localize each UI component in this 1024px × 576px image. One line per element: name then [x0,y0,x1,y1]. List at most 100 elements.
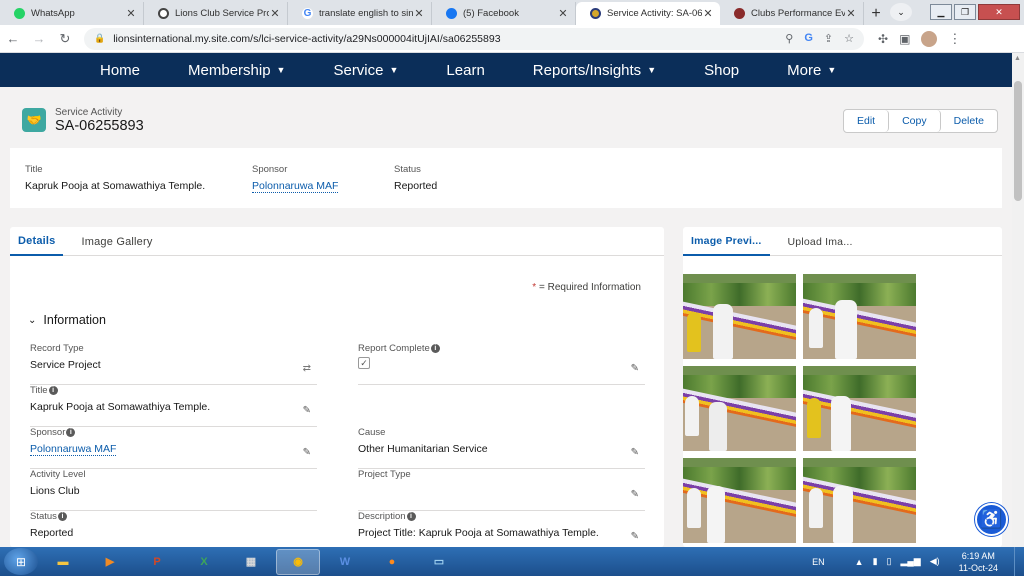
nav-shop[interactable]: Shop [704,62,739,79]
chrome-icon[interactable]: ◉ [276,548,320,575]
scroll-up-arrow-icon[interactable]: ▲ [1014,55,1021,62]
tab-search-chevron-icon[interactable]: ⌄ [890,3,912,21]
share-icon[interactable]: ⇪ [824,32,833,45]
gallery-photo[interactable] [683,274,796,359]
windows-start-icon[interactable]: ⊞ [4,548,38,575]
edit-pencil-icon[interactable]: ✎ [303,405,311,416]
nav-membership[interactable]: Membership ▼ [188,62,285,79]
gallery-photo[interactable] [803,274,916,359]
section-information-toggle[interactable]: ⌄ Information [28,313,106,327]
volume-icon[interactable]: ◀) [930,556,940,567]
nav-more[interactable]: More ▼ [787,62,836,79]
side-panel-icon[interactable]: ▣ [899,32,910,46]
tab-details[interactable]: Details [10,227,64,256]
restore-icon[interactable]: ❐ [954,4,976,20]
sponsor-field-link[interactable]: Polonnaruwa MAF [30,443,117,456]
new-tab-plus-icon[interactable]: + [864,2,888,25]
edit-pencil-icon[interactable]: ✎ [631,489,639,500]
info-icon[interactable]: i [66,428,76,437]
edit-pencil-icon[interactable]: ✎ [631,363,639,374]
delete-button[interactable]: Delete [940,110,997,132]
section-title: Information [43,313,106,327]
network-icon[interactable]: ▮ [873,556,878,567]
menu-kebab-icon[interactable]: ⋮ [948,31,961,47]
info-icon[interactable]: i [57,512,67,521]
powerpoint-icon[interactable]: P [135,549,179,575]
browser-tab-facebook[interactable]: (5) Facebook ✕ [432,2,576,25]
language-indicator[interactable]: EN [812,557,825,567]
close-tab-icon[interactable]: ✕ [413,7,425,20]
heart-favicon-icon [734,8,745,19]
gallery-photo[interactable] [803,366,916,451]
nav-learn[interactable]: Learn [446,62,484,79]
highlights-panel: Title Kapruk Pooja at Somawathiya Temple… [10,148,1002,208]
photo-viewer-icon[interactable]: ▭ [417,549,461,575]
sponsor-link[interactable]: Polonnaruwa MAF [252,180,339,193]
accessibility-icon[interactable]: ♿ [975,503,1008,536]
gallery-photo[interactable] [683,366,796,451]
reload-icon[interactable]: ↻ [52,31,78,47]
firefox-icon[interactable]: ● [370,549,414,575]
browser-tab-clubs-performance[interactable]: Clubs Performance Eval ✕ [720,2,864,25]
edit-button[interactable]: Edit [844,110,890,132]
nav-service[interactable]: Service ▼ [333,62,398,79]
copy-button[interactable]: Copy [889,110,941,132]
close-tab-icon[interactable]: ✕ [557,7,569,20]
browser-tab-lions-club[interactable]: Lions Club Service Proje ✕ [144,2,288,25]
bookmark-star-icon[interactable]: ☆ [844,32,854,45]
info-icon[interactable]: i [406,512,416,521]
close-tab-icon[interactable]: ✕ [269,7,281,20]
nav-home[interactable]: Home [100,62,140,79]
tab-upload-image[interactable]: Upload Ima... [780,227,861,256]
word-icon[interactable]: W [323,549,367,575]
back-arrow-icon[interactable]: ← [0,31,26,46]
page-scrollbar[interactable]: ▲ [1012,53,1024,547]
lock-icon[interactable]: 🔒 [94,33,105,44]
tab-title: Service Activity: SA-062 [607,8,702,19]
google-lens-icon[interactable]: G [804,32,813,45]
edit-pencil-icon[interactable]: ✎ [303,447,311,458]
battery-icon[interactable]: ▯ [887,556,892,567]
edit-pencil-icon[interactable]: ✎ [631,531,639,542]
record-header: 🤝 Service Activity SA-06255893 Edit Copy… [10,98,1002,148]
tab-image-gallery[interactable]: Image Gallery [73,227,160,256]
system-clock[interactable]: 6:19 AM 11-Oct-24 [959,550,998,574]
location-pin-icon[interactable]: ⚲ [785,32,793,45]
report-complete-checkbox[interactable]: ✓ [358,357,370,369]
browser-tab-service-activity[interactable]: Service Activity: SA-062 ✕ [576,2,720,25]
forward-arrow-icon[interactable]: → [26,31,52,46]
nav-reports-insights[interactable]: Reports/Insights ▼ [533,62,656,79]
highlight-label: Sponsor [252,164,288,175]
show-desktop-button[interactable] [1014,547,1024,576]
close-tab-icon[interactable]: ✕ [125,7,137,20]
url-omnibox[interactable]: 🔒 lionsinternational.my.site.com/s/lci-s… [84,27,864,50]
tab-image-preview[interactable]: Image Previ... [683,227,770,256]
signal-icon[interactable]: ▂▄▆ [900,556,920,567]
edit-pencil-icon[interactable]: ✎ [631,447,639,458]
minimize-icon[interactable]: ▁ [930,4,952,20]
change-record-type-icon[interactable]: ⇄ [303,363,311,374]
tray-chevron-up-icon[interactable]: ▲ [855,557,864,567]
chevron-down-icon: ▼ [647,65,657,75]
nav-label: Learn [446,61,485,79]
file-explorer-icon[interactable]: ▬ [41,549,85,575]
browser-tab-translate[interactable]: G translate english to sinh ✕ [288,2,432,25]
close-tab-icon[interactable]: ✕ [702,7,714,20]
close-window-icon[interactable]: ✕ [978,4,1020,20]
profile-avatar[interactable] [921,30,938,47]
extensions-puzzle-icon[interactable]: ✣ [878,32,888,46]
media-player-icon[interactable]: ▶ [88,549,132,575]
gallery-photo[interactable] [803,458,916,543]
calculator-icon[interactable]: ▦ [229,549,273,575]
record-actions: Edit Copy Delete [843,109,998,133]
browser-tab-whatsapp[interactable]: WhatsApp ✕ [0,2,144,25]
scrollbar-thumb[interactable] [1014,81,1022,201]
chevron-down-icon[interactable]: ⌄ [28,315,36,326]
highlight-label: Status [394,164,421,175]
info-icon[interactable]: i [48,386,58,395]
close-tab-icon[interactable]: ✕ [845,7,857,20]
gallery-photo[interactable] [683,458,796,543]
info-icon[interactable]: i [430,344,440,353]
url-text[interactable]: lionsinternational.my.site.com/s/lci-ser… [113,33,785,45]
excel-icon[interactable]: X [182,549,226,575]
